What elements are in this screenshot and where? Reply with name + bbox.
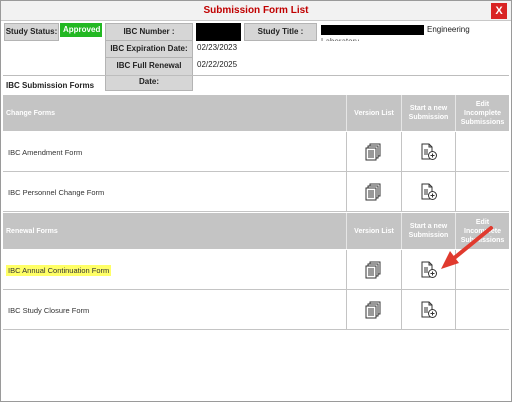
ibc-number-label: IBC Number : [105, 23, 193, 41]
renewal-forms-header: Renewal Forms Version List Start a new S… [3, 213, 509, 249]
start-new-header: Start a new Submission [401, 213, 455, 249]
submission-forms-caption: IBC Submission Forms [6, 81, 95, 90]
edit-incomplete-header: Edit Incomplete Submissions [455, 95, 509, 131]
close-button[interactable]: X [491, 3, 507, 19]
study-status-label: Study Status: [4, 23, 59, 41]
study-title-label: Study Title : [244, 23, 317, 41]
status-badge: Approved [60, 23, 102, 37]
submission-form-list-window: Submission Form List X Study Status: App… [0, 0, 512, 402]
title-bar: Submission Form List X [1, 1, 511, 21]
form-name: IBC Annual Continuation Form [6, 264, 112, 276]
new-submission-icon[interactable] [418, 299, 440, 321]
study-title-text-cut: Laboratory [321, 34, 359, 41]
window-title: Submission Form List [203, 5, 309, 16]
change-forms-header: Change Forms Version List Start a new Su… [3, 95, 509, 131]
table-row: IBC Study Closure Form [3, 290, 509, 330]
ibc-expiration-label: IBC Expiration Date: [105, 40, 193, 58]
ibc-expiration-value: 02/23/2023 [197, 43, 238, 52]
version-list-header: Version List [346, 213, 401, 249]
version-list-header: Version List [346, 95, 401, 131]
new-submission-icon[interactable] [418, 141, 440, 163]
divider [3, 75, 509, 76]
form-name: IBC Amendment Form [8, 147, 83, 157]
version-list-icon[interactable] [363, 141, 385, 163]
version-list-icon[interactable] [363, 259, 385, 281]
edit-incomplete-header: Edit Incomplete Submissions [455, 213, 509, 249]
renewal-forms-title: Renewal Forms [6, 227, 58, 235]
edit-incomplete-cell [455, 172, 509, 212]
version-list-icon[interactable] [363, 299, 385, 321]
ibc-number-redacted [196, 23, 241, 41]
edit-incomplete-cell [455, 250, 509, 290]
version-list-icon[interactable] [363, 181, 385, 203]
table-row: IBC Annual Continuation Form [3, 250, 509, 290]
table-row: IBC Personnel Change Form [3, 172, 509, 212]
start-new-header: Start a new Submission [401, 95, 455, 131]
new-submission-icon[interactable] [418, 181, 440, 203]
edit-incomplete-cell [455, 132, 509, 172]
edit-incomplete-cell [455, 290, 509, 330]
new-submission-icon[interactable] [418, 259, 440, 281]
ibc-renewal-value: 02/22/2025 [197, 60, 238, 69]
form-name: IBC Study Closure Form [8, 305, 90, 315]
form-name: IBC Personnel Change Form [8, 187, 105, 197]
ibc-renewal-label: IBC Full Renewal Date: [105, 57, 193, 91]
table-row: IBC Amendment Form [3, 132, 509, 172]
study-title-text: Engineering [427, 25, 470, 34]
change-forms-title: Change Forms [6, 109, 56, 117]
